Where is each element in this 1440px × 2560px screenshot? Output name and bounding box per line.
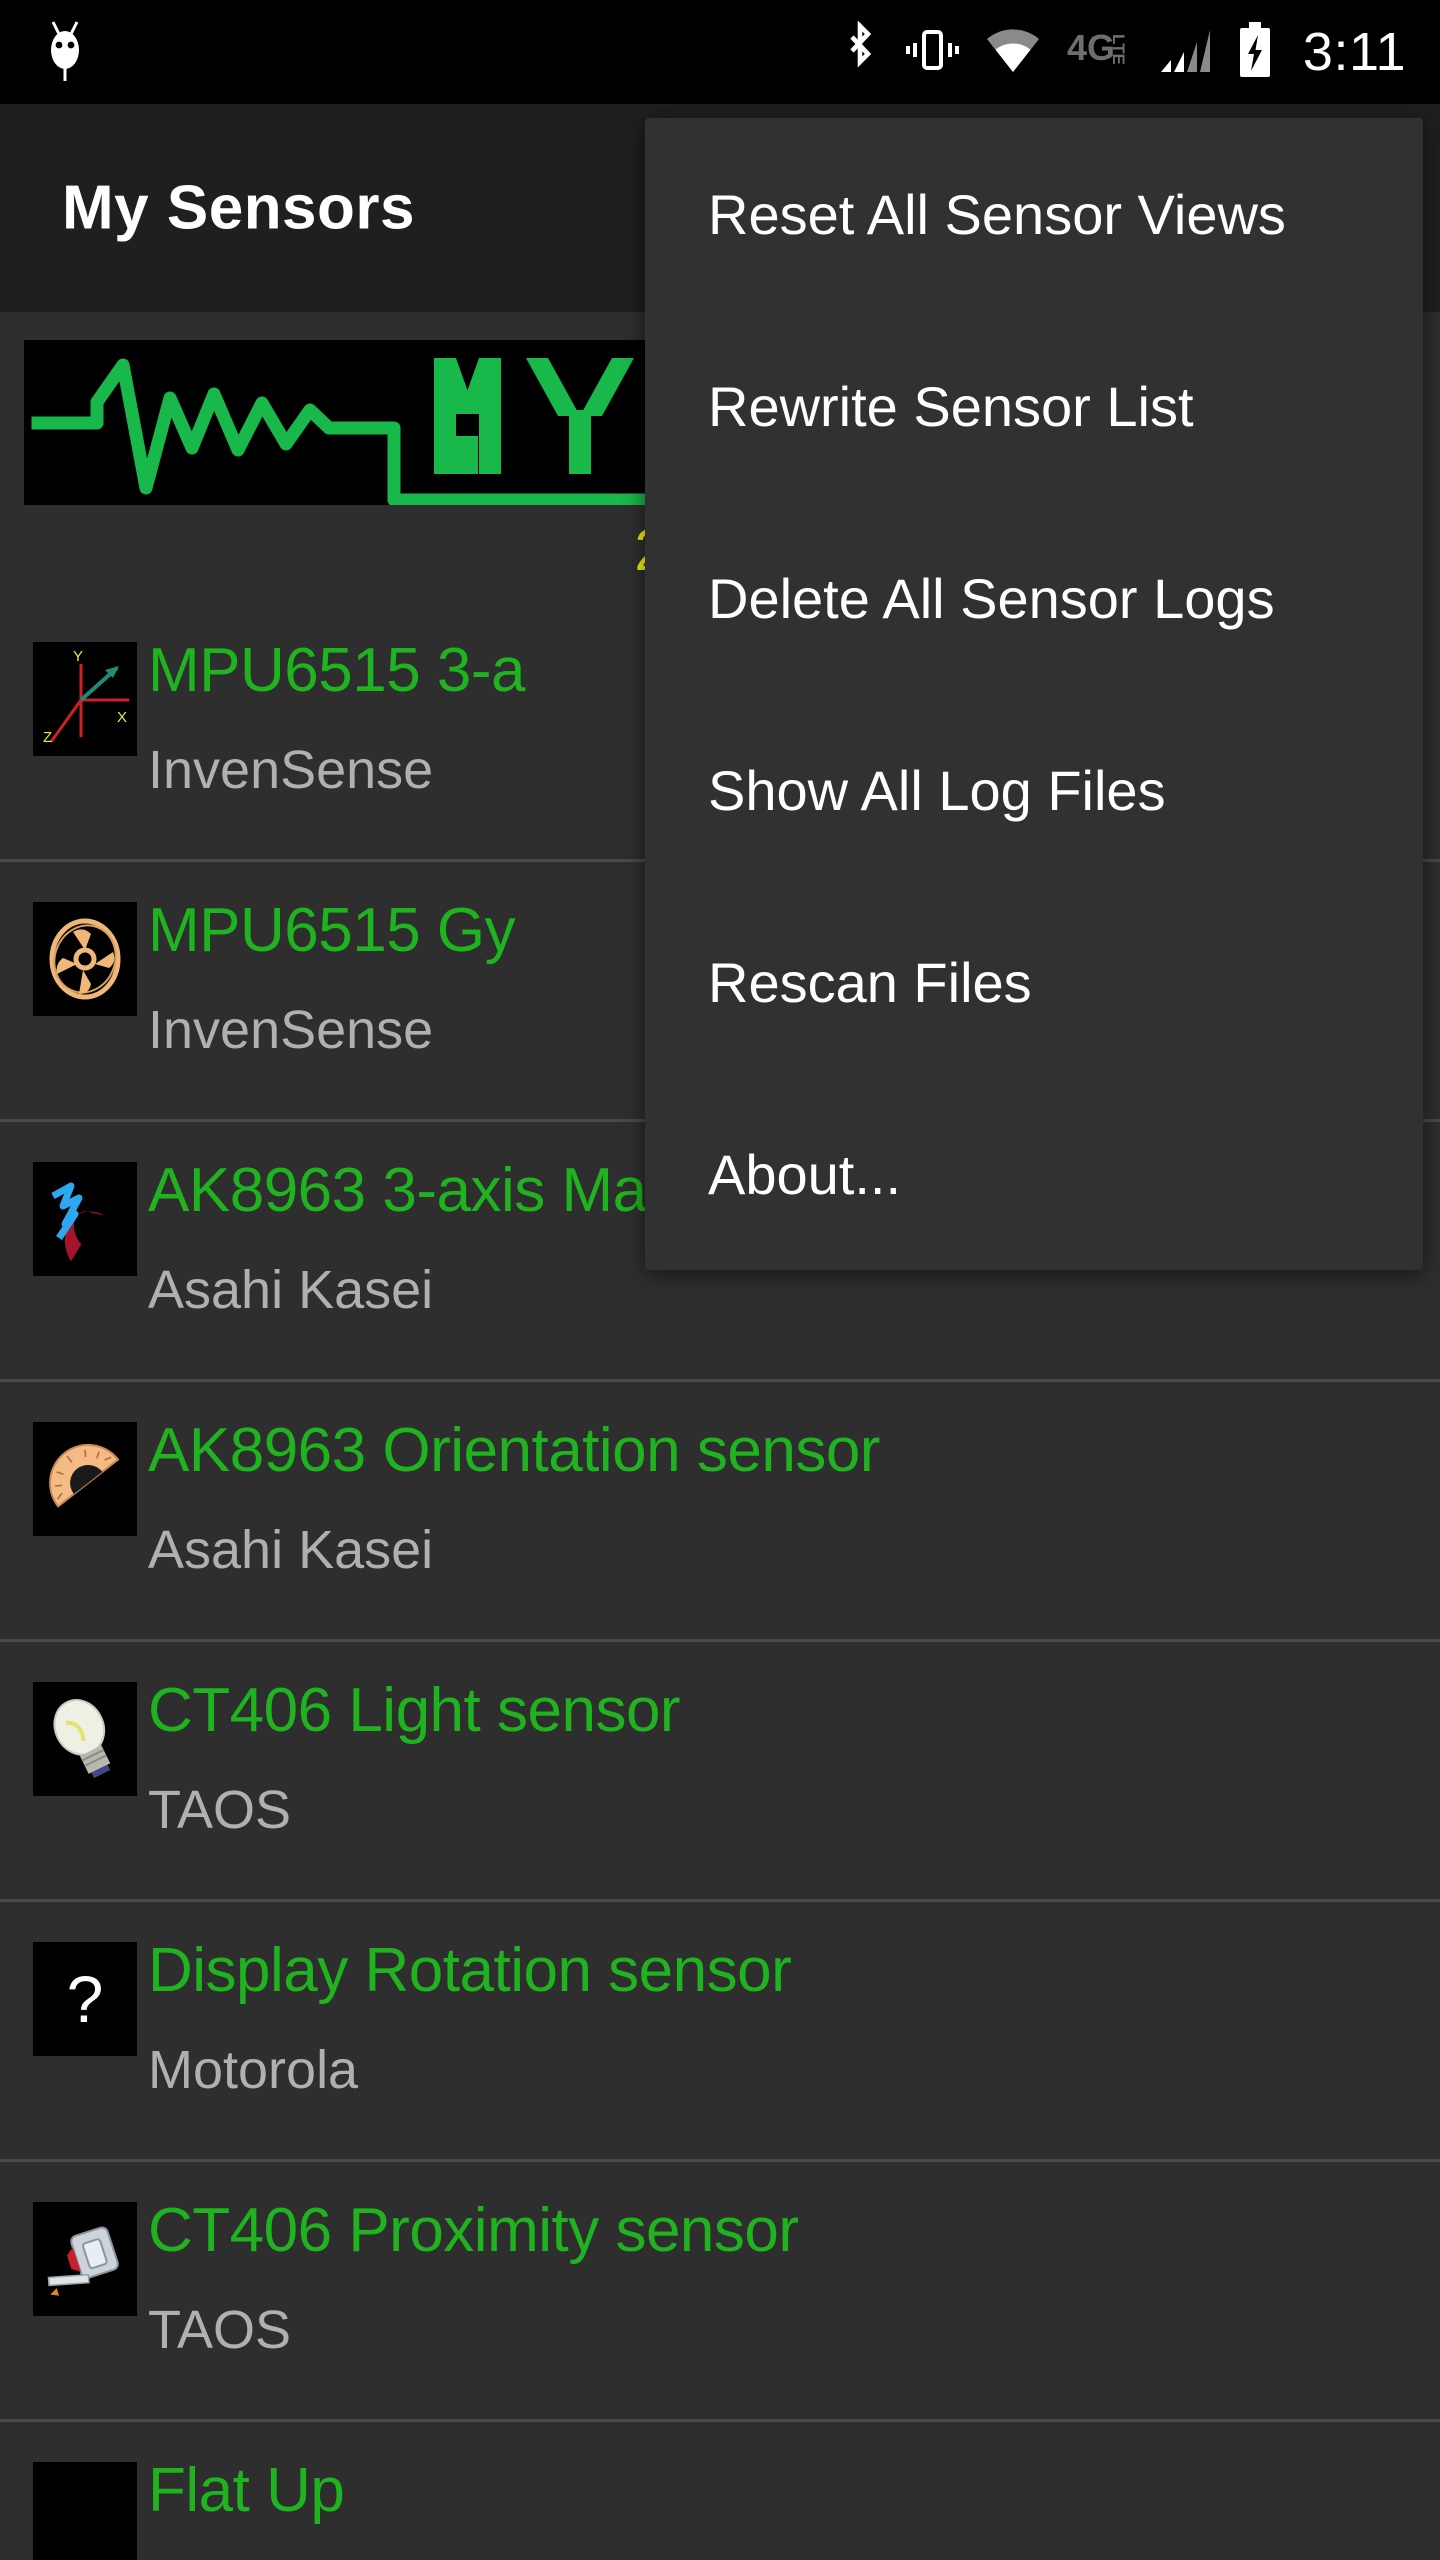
- menu-item-rescan-files[interactable]: Rescan Files: [645, 886, 1423, 1078]
- menu-item-label: Rescan Files: [708, 950, 1032, 1014]
- sensor-title: MPU6515 3-a: [148, 636, 526, 705]
- sensor-vendor: TAOS: [148, 2300, 292, 2360]
- menu-item-show-all-log-files[interactable]: Show All Log Files: [645, 694, 1423, 886]
- menu-item-reset-all-sensor-views[interactable]: Reset All Sensor Views: [645, 118, 1423, 310]
- sensor-title: MPU6515 Gy: [148, 896, 516, 965]
- sensor-title: CT406 Proximity sensor: [148, 2196, 799, 2265]
- vibrate-icon: [905, 21, 959, 84]
- menu-item-rewrite-sensor-list[interactable]: Rewrite Sensor List: [645, 310, 1423, 502]
- sensor-vendor: TAOS: [148, 1780, 292, 1840]
- svg-text:Z: Z: [43, 729, 52, 746]
- sensor-title: Display Rotation sensor: [148, 1936, 792, 2005]
- lightbulb-icon: [33, 1682, 137, 1796]
- protractor-icon: [33, 1422, 137, 1536]
- sensor-vendor: Asahi Kasei: [148, 1520, 434, 1580]
- sensor-title: Flat Up: [148, 2456, 345, 2525]
- sensor-vendor: InvenSense: [148, 740, 434, 800]
- question-mark-icon: ?: [33, 1942, 137, 2056]
- sensor-title: AK8963 Orientation sensor: [148, 1416, 880, 1485]
- menu-item-delete-all-sensor-logs[interactable]: Delete All Sensor Logs: [645, 502, 1423, 694]
- svg-text:4G: 4G: [1067, 27, 1115, 68]
- sensor-vendor: Motorola: [148, 2040, 359, 2100]
- gyroscope-icon: [33, 902, 137, 1016]
- status-bar-left: [0, 18, 88, 87]
- tape-measure-icon: [33, 2202, 137, 2316]
- menu-item-label: Reset All Sensor Views: [708, 182, 1286, 246]
- wifi-icon: [985, 24, 1041, 81]
- lte-icon: 4G LTE: [1067, 24, 1133, 81]
- sensor-title: CT406 Light sensor: [148, 1676, 681, 1745]
- sensor-vendor: Asahi Kasei: [148, 1260, 434, 1320]
- sensor-vendor: InvenSense: [148, 1000, 434, 1060]
- signal-bars-icon: [1159, 24, 1211, 81]
- list-item[interactable]: ? Display Rotation sensor Motorola: [0, 1902, 1440, 2162]
- android-head-icon: [42, 18, 88, 87]
- menu-item-label: About...: [708, 1142, 902, 1206]
- list-item[interactable]: CT406 Proximity sensor TAOS: [0, 2162, 1440, 2422]
- bluetooth-icon: [841, 19, 879, 84]
- overflow-menu: Reset All Sensor Views Rewrite Sensor Li…: [645, 118, 1423, 1270]
- status-bar-right: 4G LTE 3:11: [841, 19, 1440, 84]
- page-title: My Sensors: [62, 173, 416, 243]
- svg-text:?: ?: [67, 1962, 104, 2036]
- list-item[interactable]: CT406 Light sensor TAOS: [0, 1642, 1440, 1902]
- battery-charging-icon: [1237, 21, 1273, 84]
- menu-item-label: Show All Log Files: [708, 758, 1166, 822]
- list-item[interactable]: Flat Up: [0, 2422, 1440, 2560]
- axes-xyz-icon: Y X Z: [33, 642, 137, 756]
- menu-item-label: Delete All Sensor Logs: [708, 566, 1275, 630]
- status-bar-clock: 3:11: [1302, 22, 1406, 82]
- list-item[interactable]: AK8963 Orientation sensor Asahi Kasei: [0, 1382, 1440, 1642]
- menu-item-label: Rewrite Sensor List: [708, 374, 1194, 438]
- svg-text:X: X: [117, 709, 127, 726]
- magnet-icon: [33, 1162, 137, 1276]
- svg-text:Y: Y: [73, 648, 83, 665]
- phone-screen: 4G LTE 3:11 My Sensors Y X Z MPU6515 3-a…: [0, 0, 1440, 2560]
- menu-item-about[interactable]: About...: [645, 1078, 1423, 1270]
- status-bar: 4G LTE 3:11: [0, 0, 1440, 104]
- unknown-icon: [33, 2462, 137, 2560]
- svg-text:LTE: LTE: [1109, 34, 1128, 65]
